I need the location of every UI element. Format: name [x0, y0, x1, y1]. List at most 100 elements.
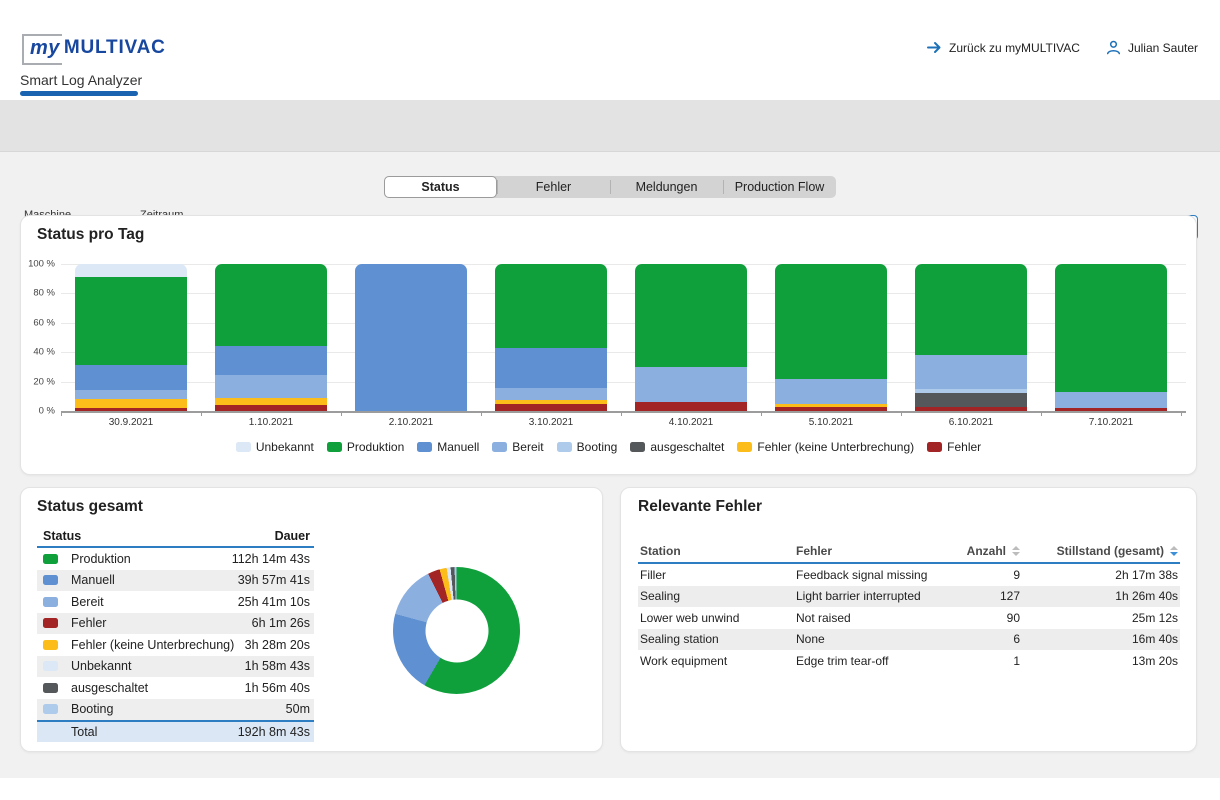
fehler-row-anzahl: 127	[935, 589, 1020, 603]
user-icon	[1106, 40, 1121, 55]
tab-meldungen[interactable]: Meldungen	[610, 176, 723, 198]
legend-label: Manuell	[437, 440, 479, 454]
legend-item-fehler[interactable]: Fehler	[927, 440, 981, 454]
bar-segment-bereit	[915, 355, 1027, 389]
tab-fehler[interactable]: Fehler	[497, 176, 610, 198]
bar-segment-bereit	[215, 375, 327, 398]
status-column-header: Status	[43, 529, 275, 543]
logo-bracket: my	[22, 34, 62, 65]
bar-segment-produktion	[215, 264, 327, 346]
x-axis-label: 30.9.2021	[61, 417, 201, 428]
status-table-body: Produktion112h 14m 43sManuell39h 57m 41s…	[37, 548, 314, 720]
fehler-row-fehler: Edge trim tear-off	[796, 654, 935, 668]
bar-segment-bereit	[635, 367, 747, 402]
stacked-bar	[75, 264, 187, 411]
x-axis-label: 3.10.2021	[481, 417, 621, 428]
x-axis-label: 5.10.2021	[761, 417, 901, 428]
legend-item-ausgeschaltet[interactable]: ausgeschaltet	[630, 440, 724, 454]
back-link-label: Zurück zu myMULTIVAC	[949, 41, 1080, 55]
y-axis-label: 60 %	[21, 317, 55, 328]
unbekannt-swatch	[43, 661, 58, 671]
stacked-bar	[215, 264, 327, 411]
status-row-label: Bereit	[71, 595, 238, 609]
fehler_ku-swatch	[43, 640, 58, 650]
view-tabbar: Status Fehler Meldungen Production Flow	[384, 176, 836, 198]
bar-segment-fehler	[495, 404, 607, 411]
bar-slot: 30.9.2021	[61, 264, 201, 411]
bar-segment-bereit	[495, 388, 607, 400]
stillstand-column-header[interactable]: Stillstand (gesamt)	[1020, 544, 1180, 558]
y-axis-label: 100 %	[21, 259, 55, 270]
manuell-swatch	[417, 442, 432, 452]
legend-item-fehler_ku[interactable]: Fehler (keine Unterbrechung)	[737, 440, 914, 454]
axis-tick	[761, 411, 762, 416]
fehler-row-fehler: Feedback signal missing	[796, 568, 935, 582]
bar-segment-produktion	[635, 264, 747, 367]
status-gesamt-table: Status Dauer Produktion112h 14m 43sManue…	[37, 526, 314, 742]
mymultivac-logo: my MULTIVAC	[22, 34, 166, 65]
bar-slots: 30.9.20211.10.20212.10.20213.10.20214.10…	[61, 264, 1181, 411]
fehler-row-fehler: Light barrier interrupted	[796, 589, 935, 603]
anzahl-column-header[interactable]: Anzahl	[935, 544, 1020, 558]
back-link[interactable]: Zurück zu myMULTIVAC	[927, 41, 1080, 55]
status-row-label: Unbekannt	[71, 659, 245, 673]
fehler-row-fehler: None	[796, 632, 935, 646]
legend-item-produktion[interactable]: Produktion	[327, 440, 404, 454]
status-row-duration: 1h 56m 40s	[245, 681, 310, 695]
manuell-swatch	[43, 575, 58, 585]
legend-label: Unbekannt	[256, 440, 314, 454]
axis-tick	[901, 411, 902, 416]
fehler-row-stillstand: 2h 17m 38s	[1020, 568, 1180, 582]
tab-status[interactable]: Status	[384, 176, 497, 198]
fehler-row: FillerFeedback signal missing92h 17m 38s	[638, 564, 1180, 586]
legend-label: Produktion	[347, 440, 404, 454]
x-axis-line	[61, 411, 1186, 413]
bar-slot: 4.10.2021	[621, 264, 761, 411]
status-row: Fehler6h 1m 26s	[37, 613, 314, 635]
logo-brand-text: MULTIVAC	[64, 37, 166, 59]
status-row-duration: 39h 57m 41s	[238, 573, 310, 587]
ausgeschaltet-swatch	[43, 683, 58, 693]
bar-slot: 7.10.2021	[1041, 264, 1181, 411]
x-axis-label: 4.10.2021	[621, 417, 761, 428]
status-row-duration: 50m	[286, 702, 310, 716]
status-row-label: ausgeschaltet	[71, 681, 245, 695]
stacked-bar-chart: 0 %20 %40 %60 %80 %100 %30.9.20211.10.20…	[61, 264, 1186, 411]
total-value: 192h 8m 43s	[238, 725, 310, 739]
legend-item-bereit[interactable]: Bereit	[492, 440, 543, 454]
legend-item-manuell[interactable]: Manuell	[417, 440, 479, 454]
relevante-fehler-card: Relevante Fehler Station Fehler Anzahl S…	[620, 487, 1197, 752]
fehler-row: SealingLight barrier interrupted1271h 26…	[638, 586, 1180, 608]
bar-segment-manuell	[215, 346, 327, 375]
y-axis-label: 0 %	[21, 406, 55, 417]
x-axis-label: 2.10.2021	[341, 417, 481, 428]
tab-production-flow[interactable]: Production Flow	[723, 176, 836, 198]
status-gesamt-title: Status gesamt	[37, 498, 143, 516]
sort-icon	[1012, 546, 1020, 556]
axis-tick	[621, 411, 622, 416]
fehler-row-station: Sealing station	[638, 632, 796, 646]
header-right: Zurück zu myMULTIVAC Julian Sauter	[927, 40, 1198, 55]
y-axis-label: 20 %	[21, 376, 55, 387]
stacked-bar	[355, 264, 467, 411]
status-row: Bereit25h 41m 10s	[37, 591, 314, 613]
status-donut-chart	[393, 567, 520, 694]
user-menu[interactable]: Julian Sauter	[1106, 40, 1198, 55]
fehler-row-station: Filler	[638, 568, 796, 582]
x-axis-label: 6.10.2021	[901, 417, 1041, 428]
legend-item-booting[interactable]: Booting	[557, 440, 618, 454]
chart-title: Status pro Tag	[37, 226, 144, 244]
fehler-row-stillstand: 16m 40s	[1020, 632, 1180, 646]
bar-segment-manuell	[495, 348, 607, 388]
relevante-fehler-table: Station Fehler Anzahl Stillstand (gesamt…	[638, 540, 1180, 672]
bereit-swatch	[492, 442, 507, 452]
bar-segment-manuell	[355, 264, 467, 411]
status-row: Unbekannt1h 58m 43s	[37, 656, 314, 678]
bar-segment-unbekannt	[75, 264, 187, 276]
legend-item-unbekannt[interactable]: Unbekannt	[236, 440, 314, 454]
fehler-row-anzahl: 1	[935, 654, 1020, 668]
status-pro-tag-card: Status pro Tag 0 %20 %40 %60 %80 %100 %3…	[20, 215, 1197, 475]
tab-smart-log-analyzer[interactable]: Smart Log Analyzer	[20, 72, 142, 88]
status-row: ausgeschaltet1h 56m 40s	[37, 677, 314, 699]
status-row-label: Produktion	[71, 552, 232, 566]
